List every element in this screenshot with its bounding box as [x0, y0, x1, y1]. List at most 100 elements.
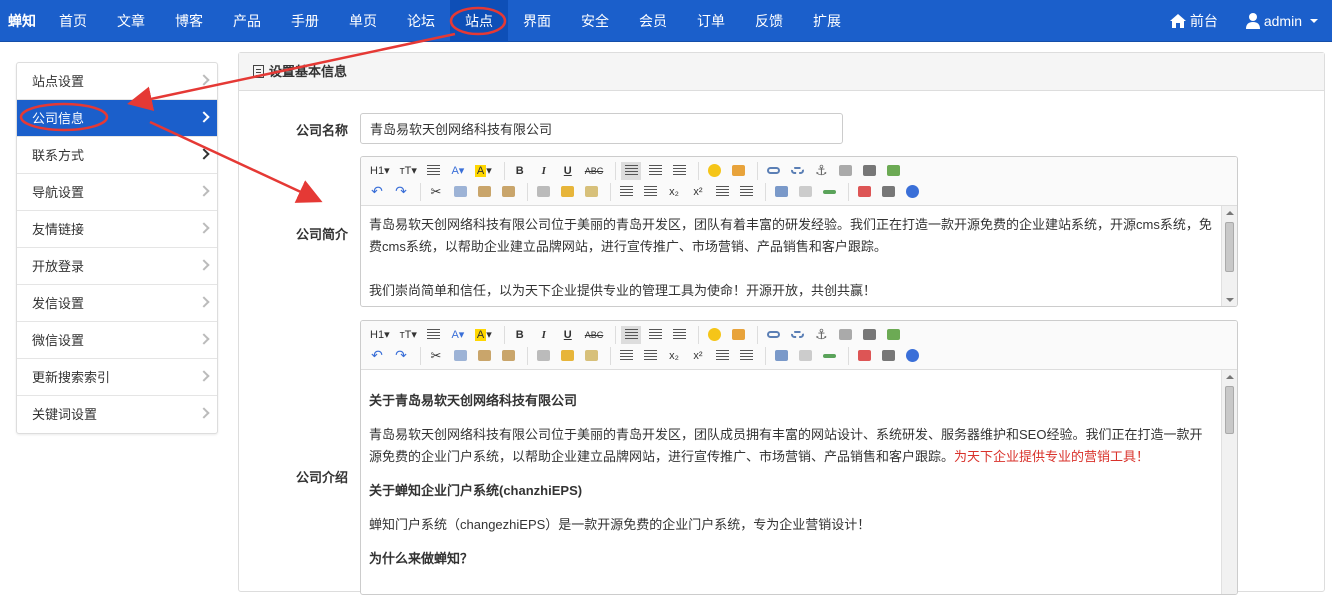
eraser-button[interactable] [533, 347, 553, 365]
align-right-button[interactable] [669, 162, 689, 180]
sidebar-item-links[interactable]: 友情链接 [17, 211, 217, 248]
format-brush-button[interactable] [557, 347, 577, 365]
editor-scrollbar[interactable] [1221, 370, 1237, 594]
italic-button[interactable]: I [534, 326, 554, 344]
redo-button[interactable]: ↷ [391, 183, 411, 201]
cut-button[interactable]: ✂ [426, 183, 446, 201]
line-height-button[interactable] [424, 326, 444, 344]
unlink-button[interactable] [787, 326, 807, 344]
strikethrough-button[interactable]: ABC [582, 162, 607, 180]
sidebar-item-site-settings[interactable]: 站点设置 [17, 63, 217, 100]
nav-item-book[interactable]: 手册 [276, 0, 334, 42]
bg-color-button[interactable]: A ▾ [472, 326, 495, 344]
fullscreen-button[interactable] [854, 183, 874, 201]
font-size-button[interactable]: тT ▾ [397, 162, 420, 180]
frontend-link[interactable]: 前台 [1156, 0, 1232, 42]
paste-plain-button[interactable] [498, 183, 518, 201]
sidebar-item-oauth[interactable]: 开放登录 [17, 248, 217, 285]
superscript-button[interactable]: x² [688, 347, 708, 365]
format-brush-button[interactable] [557, 183, 577, 201]
sidebar-item-company-info[interactable]: 公司信息 [17, 100, 217, 137]
media-button[interactable] [859, 326, 879, 344]
emoticon-button[interactable] [704, 326, 724, 344]
outdent-button[interactable] [640, 347, 660, 365]
editor-content[interactable]: 青岛易软天创网络科技有限公司位于美丽的青岛开发区，团队有着丰富的研发经验。我们正… [361, 206, 1237, 306]
nav-item-home[interactable]: 首页 [44, 0, 102, 42]
paste-button[interactable] [474, 347, 494, 365]
code-button[interactable] [795, 347, 815, 365]
nav-item-forum[interactable]: 论坛 [392, 0, 450, 42]
subscript-button[interactable]: x₂ [664, 347, 684, 365]
ordered-list-button[interactable] [712, 183, 732, 201]
sidebar-item-mail[interactable]: 发信设置 [17, 285, 217, 322]
bg-color-button[interactable]: A ▾ [472, 162, 495, 180]
underline-button[interactable]: U [558, 326, 578, 344]
underline-button[interactable]: U [558, 162, 578, 180]
user-menu[interactable]: admin [1232, 0, 1332, 42]
heading-button[interactable]: H1 ▾ [367, 162, 393, 180]
brand-logo[interactable]: 蝉知 [0, 0, 44, 42]
picture-button[interactable] [883, 326, 903, 344]
align-left-button[interactable] [621, 161, 642, 180]
image-upload-button[interactable] [728, 326, 748, 344]
align-right-button[interactable] [669, 326, 689, 344]
unordered-list-button[interactable] [736, 347, 756, 365]
hr-button[interactable] [819, 347, 839, 365]
flash-button[interactable] [835, 162, 855, 180]
bold-button[interactable]: B [510, 326, 530, 344]
link-button[interactable] [763, 162, 783, 180]
font-color-button[interactable]: A ▾ [448, 162, 468, 180]
superscript-button[interactable]: x² [688, 183, 708, 201]
strikethrough-button[interactable]: ABC [582, 326, 607, 344]
quick-format-button[interactable] [581, 183, 601, 201]
nav-item-product[interactable]: 产品 [218, 0, 276, 42]
align-left-button[interactable] [621, 325, 642, 344]
company-intro-editor[interactable]: H1 ▾ тT ▾ A ▾ A ▾ B I U ABC ⚓ ↶ ↷ ✂ x₂ x… [360, 320, 1238, 595]
unordered-list-button[interactable] [736, 183, 756, 201]
company-name-input[interactable] [360, 113, 843, 144]
scroll-down-icon[interactable] [1226, 298, 1234, 302]
flash-button[interactable] [835, 326, 855, 344]
table-button[interactable] [771, 347, 791, 365]
heading-button[interactable]: H1 ▾ [367, 326, 393, 344]
table-button[interactable] [771, 183, 791, 201]
paste-plain-button[interactable] [498, 347, 518, 365]
nav-item-site[interactable]: 站点 [450, 0, 508, 42]
unlink-button[interactable] [787, 162, 807, 180]
media-button[interactable] [859, 162, 879, 180]
nav-item-security[interactable]: 安全 [566, 0, 624, 42]
fullscreen-button[interactable] [854, 347, 874, 365]
source-button[interactable] [878, 183, 898, 201]
nav-item-extension[interactable]: 扩展 [798, 0, 856, 42]
font-color-button[interactable]: A ▾ [448, 326, 468, 344]
paste-button[interactable] [474, 183, 494, 201]
copy-button[interactable] [450, 347, 470, 365]
nav-item-blog[interactable]: 博客 [160, 0, 218, 42]
emoticon-button[interactable] [704, 162, 724, 180]
picture-button[interactable] [883, 162, 903, 180]
scroll-up-icon[interactable] [1226, 211, 1234, 215]
anchor-button[interactable]: ⚓ [811, 162, 831, 180]
nav-item-feedback[interactable]: 反馈 [740, 0, 798, 42]
sidebar-item-nav-settings[interactable]: 导航设置 [17, 174, 217, 211]
scroll-up-icon[interactable] [1226, 375, 1234, 379]
help-button[interactable] [902, 183, 922, 201]
ordered-list-button[interactable] [712, 347, 732, 365]
company-desc-editor[interactable]: H1 ▾ тT ▾ A ▾ A ▾ B I U ABC ⚓ ↶ ↷ ✂ x₂ x… [360, 156, 1238, 307]
outdent-button[interactable] [640, 183, 660, 201]
sidebar-item-search-index[interactable]: 更新搜索索引 [17, 359, 217, 396]
align-center-button[interactable] [645, 326, 665, 344]
hr-button[interactable] [819, 183, 839, 201]
redo-button[interactable]: ↷ [391, 347, 411, 365]
editor-scrollbar[interactable] [1221, 206, 1237, 306]
font-size-button[interactable]: тT ▾ [397, 326, 420, 344]
sidebar-item-keywords[interactable]: 关键词设置 [17, 396, 217, 433]
eraser-button[interactable] [533, 183, 553, 201]
link-button[interactable] [763, 326, 783, 344]
nav-item-ui[interactable]: 界面 [508, 0, 566, 42]
align-center-button[interactable] [645, 162, 665, 180]
indent-button[interactable] [616, 183, 636, 201]
sidebar-item-wechat[interactable]: 微信设置 [17, 322, 217, 359]
scroll-thumb[interactable] [1225, 222, 1234, 272]
help-button[interactable] [902, 347, 922, 365]
